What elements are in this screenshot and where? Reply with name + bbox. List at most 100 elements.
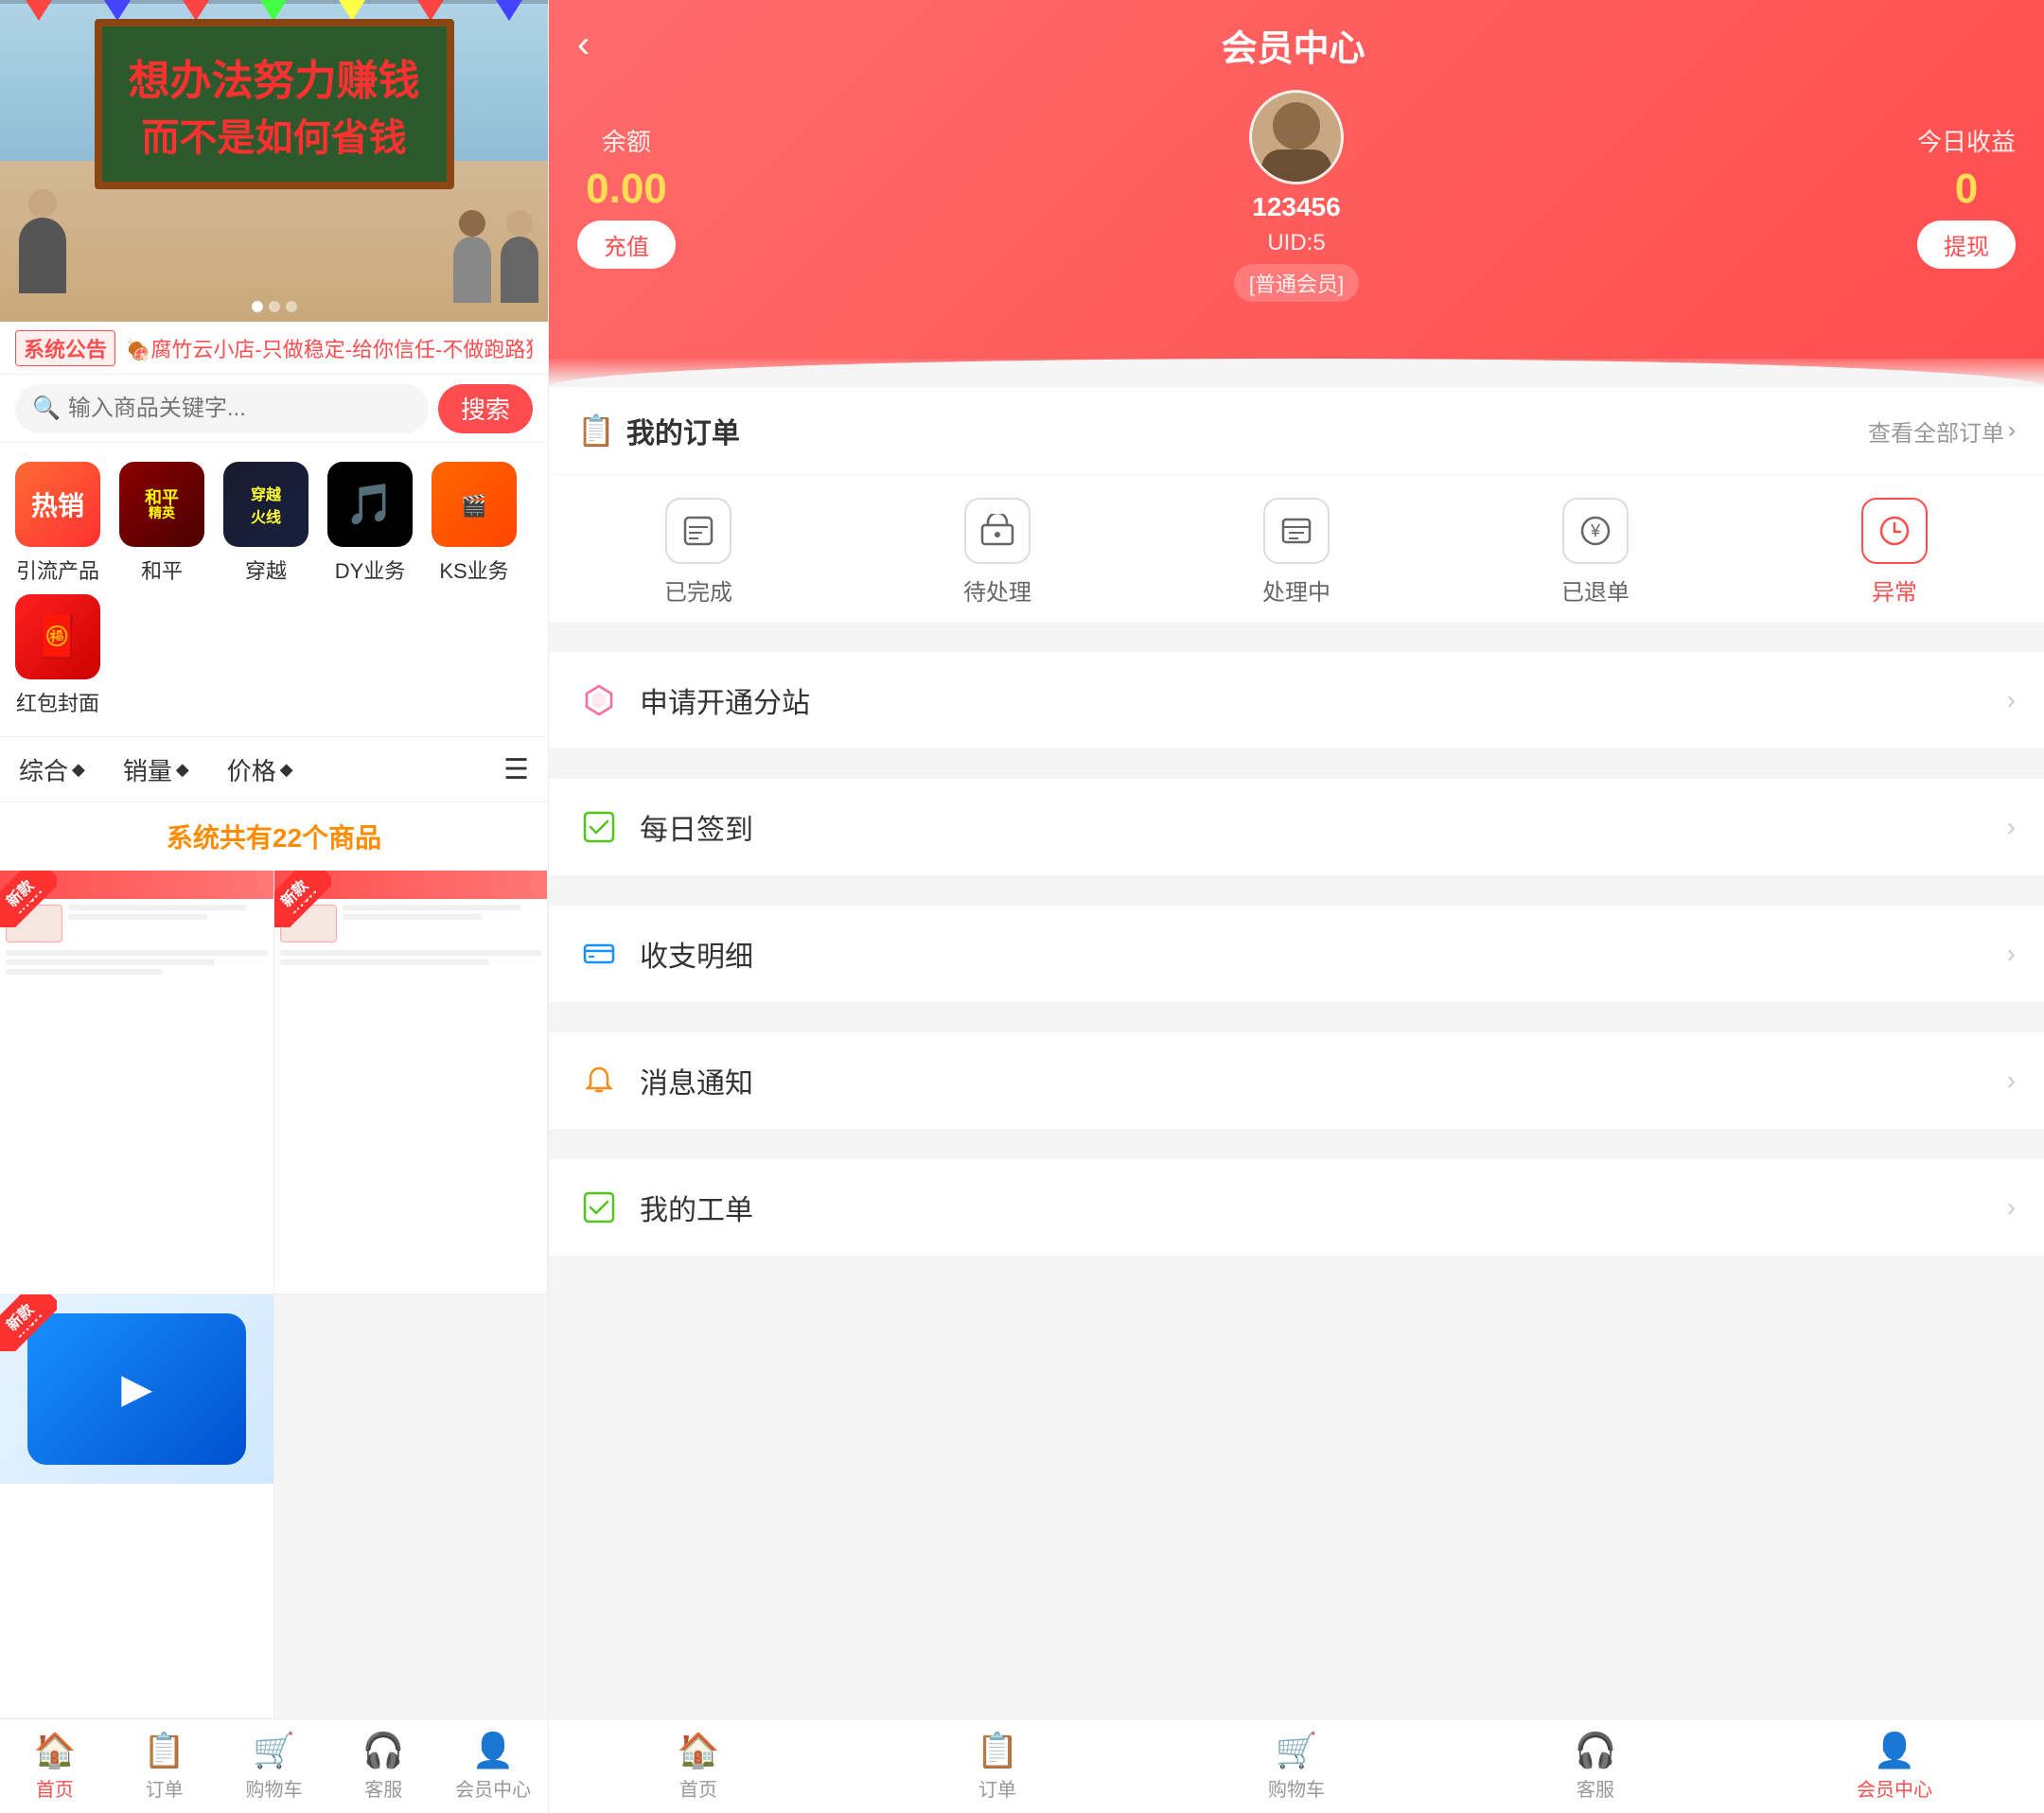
left-nav-order[interactable]: 📋 订单 bbox=[110, 1731, 220, 1802]
menu-finance[interactable]: 收支明细 › bbox=[549, 906, 2044, 1002]
product-image-1: 新款 bbox=[0, 871, 273, 1060]
view-all-orders[interactable]: 查看全部订单 › bbox=[1868, 414, 2016, 448]
search-bar: 🔍 搜索 bbox=[0, 375, 548, 443]
cat-icon-peace: 和平精英 bbox=[119, 462, 204, 547]
order-status-abnormal[interactable]: 异常 bbox=[1745, 498, 2044, 607]
cat-item-hot[interactable]: 热销 引流产品 bbox=[15, 462, 100, 585]
left-nav-service[interactable]: 🎧 客服 bbox=[328, 1731, 438, 1802]
right-panel: ‹ 会员中心 余额 0.00 充值 123456 UID:5 [普通会员] bbox=[549, 0, 2044, 1813]
right-order-label: 订单 bbox=[978, 1774, 1016, 1802]
right-nav-service[interactable]: 🎧 客服 bbox=[1446, 1731, 1745, 1802]
menu-notify[interactable]: 消息通知 › bbox=[549, 1032, 2044, 1129]
dot-1 bbox=[252, 301, 263, 312]
right-nav-member[interactable]: 👤 会员中心 bbox=[1745, 1731, 2044, 1802]
product-card-3[interactable]: ▶ 新款 bbox=[0, 1294, 274, 1718]
banner-text2: 而不是如何省钱 bbox=[142, 107, 407, 162]
banner-dots bbox=[252, 301, 297, 312]
order-status-done[interactable]: 已完成 bbox=[549, 498, 848, 607]
member-center-title: 会员中心 bbox=[608, 19, 1978, 71]
sort-composite[interactable]: 综合 ◆ bbox=[19, 752, 85, 787]
product-count: 系统共有22个商品 bbox=[0, 802, 548, 871]
cat-item-cross[interactable]: 穿越火线 穿越 bbox=[223, 462, 308, 585]
right-home-label: 首页 bbox=[679, 1774, 717, 1802]
recharge-button[interactable]: 充值 bbox=[577, 220, 676, 269]
cat-icon-hot: 热销 bbox=[15, 462, 100, 547]
product-card-1[interactable]: 新款 bbox=[0, 871, 274, 1294]
category-row-1: 热销 引流产品 和平精英 和平 穿越火线 穿越 🎵 bbox=[15, 462, 533, 585]
left-nav-member[interactable]: 👤 会员中心 bbox=[438, 1731, 548, 1802]
menu-section-3: 收支明细 › bbox=[549, 906, 2044, 1002]
left-nav-home[interactable]: 🏠 首页 bbox=[0, 1731, 110, 1802]
sort-price[interactable]: 价格 ◆ bbox=[227, 752, 293, 787]
dot-2 bbox=[269, 301, 280, 312]
home-label: 首页 bbox=[36, 1774, 74, 1802]
cat-label-tiktok: DY业务 bbox=[335, 554, 406, 585]
cat-icon-cross: 穿越火线 bbox=[223, 462, 308, 547]
new-badge-1: 新款 bbox=[0, 871, 57, 927]
left-nav-cart[interactable]: 🛒 购物车 bbox=[220, 1731, 329, 1802]
refunded-label: 已退单 bbox=[1561, 573, 1630, 607]
sort-list-icon[interactable]: ☰ bbox=[503, 753, 529, 786]
cat-label-peace: 和平 bbox=[141, 554, 183, 585]
avatar-section: 123456 UID:5 [普通会员] bbox=[1234, 90, 1359, 302]
new-badge-2: 新款 bbox=[274, 871, 331, 927]
home-icon: 🏠 bbox=[33, 1731, 76, 1770]
right-nav-order[interactable]: 📋 订单 bbox=[848, 1731, 1147, 1802]
today-income-section: 今日收益 0 提现 bbox=[1917, 123, 2016, 269]
notify-icon bbox=[577, 1059, 621, 1102]
right-nav-home[interactable]: 🏠 首页 bbox=[549, 1731, 848, 1802]
search-button[interactable]: 搜索 bbox=[438, 384, 533, 433]
cat-item-red[interactable]: 🧧 红包封面 bbox=[15, 594, 100, 717]
cat-label-ks: KS业务 bbox=[439, 554, 508, 585]
right-member-label: 会员中心 bbox=[1857, 1774, 1932, 1802]
income-amount: 0 bbox=[1955, 166, 1978, 213]
divider-2 bbox=[549, 764, 2044, 779]
menu-workorder[interactable]: 我的工单 › bbox=[549, 1159, 2044, 1256]
orders-section: 📋 我的订单 查看全部订单 › 已完成 bbox=[549, 387, 2044, 622]
left-panel: 想办法努力赚钱 而不是如何省钱 bbox=[0, 0, 549, 1813]
cat-item-tiktok[interactable]: 🎵 DY业务 bbox=[327, 462, 413, 585]
user-level: [普通会员] bbox=[1234, 264, 1359, 302]
right-home-icon: 🏠 bbox=[678, 1731, 720, 1770]
svg-text:¥: ¥ bbox=[1590, 521, 1601, 540]
refunded-icon: ¥ bbox=[1562, 498, 1629, 564]
orders-section-header: 📋 我的订单 查看全部订单 › bbox=[549, 387, 2044, 475]
avatar-body bbox=[1261, 150, 1331, 182]
cat-item-peace[interactable]: 和平精英 和平 bbox=[119, 462, 204, 585]
income-label: 今日收益 bbox=[1917, 123, 2016, 158]
notify-arrow: › bbox=[2007, 1065, 2016, 1096]
notice-text: 🍖腐竹云小店-只做稳定-给你信任-不做跑路狗-售后稳定 bbox=[125, 333, 533, 363]
sort-sales[interactable]: 销量 ◆ bbox=[123, 752, 189, 787]
menu-subsite[interactable]: 申请开通分站 › bbox=[549, 652, 2044, 748]
right-nav-cart[interactable]: 🛒 购物车 bbox=[1147, 1731, 1446, 1802]
product-card-2[interactable]: 新款 bbox=[274, 871, 549, 1294]
pending-icon bbox=[964, 498, 1031, 564]
right-bottom-nav: 🏠 首页 📋 订单 🛒 购物车 🎧 客服 👤 会员中心 bbox=[549, 1718, 2044, 1813]
order-status-processing[interactable]: 处理中 bbox=[1147, 498, 1446, 607]
member-label-left: 会员中心 bbox=[455, 1774, 531, 1802]
cat-item-ks[interactable]: 🎬 KS业务 bbox=[432, 462, 517, 585]
back-button[interactable]: ‹ bbox=[577, 24, 590, 66]
diamond-icon bbox=[577, 678, 621, 722]
signin-label: 每日签到 bbox=[640, 806, 2007, 848]
menu-section-2: 每日签到 › bbox=[549, 779, 2044, 875]
menu-signin[interactable]: 每日签到 › bbox=[549, 779, 2044, 875]
signin-arrow: › bbox=[2007, 812, 2016, 842]
notice-bar: 系统公告 🍖腐竹云小店-只做稳定-给你信任-不做跑路狗-售后稳定 bbox=[0, 322, 548, 375]
subsite-arrow: › bbox=[2007, 685, 2016, 715]
member-header-top: ‹ 会员中心 bbox=[577, 19, 2016, 71]
order-status-pending[interactable]: 待处理 bbox=[848, 498, 1147, 607]
teacher-figure bbox=[9, 189, 76, 293]
withdraw-button[interactable]: 提现 bbox=[1917, 220, 2016, 269]
sort-diamond-3: ◆ bbox=[280, 760, 293, 780]
flag-5 bbox=[339, 0, 365, 21]
notice-tag: 系统公告 bbox=[15, 330, 115, 366]
workorder-label: 我的工单 bbox=[640, 1187, 2007, 1228]
abnormal-label: 异常 bbox=[1872, 573, 1917, 607]
search-input[interactable] bbox=[68, 396, 412, 422]
sort-bar: 综合 ◆ 销量 ◆ 价格 ◆ ☰ bbox=[0, 736, 548, 802]
service-icon: 🎧 bbox=[362, 1731, 405, 1770]
search-input-wrap[interactable]: 🔍 bbox=[15, 384, 429, 433]
order-status-refunded[interactable]: ¥ 已退单 bbox=[1446, 498, 1745, 607]
flag-4 bbox=[260, 0, 287, 21]
